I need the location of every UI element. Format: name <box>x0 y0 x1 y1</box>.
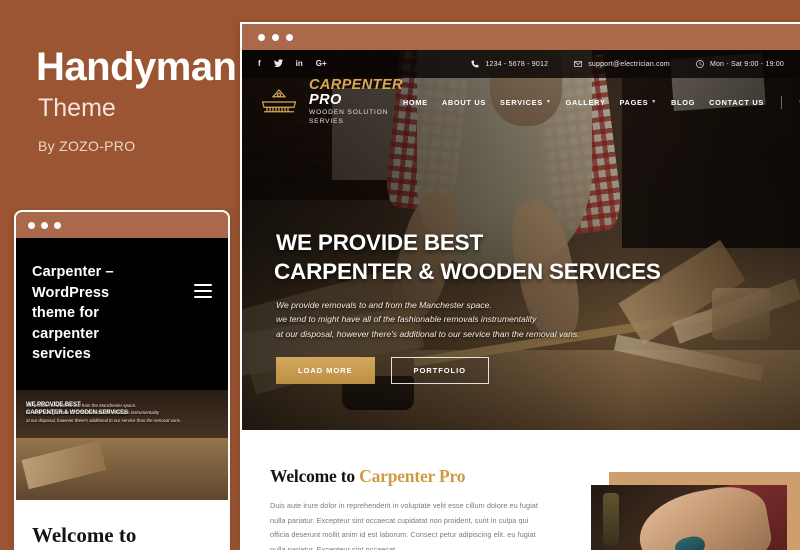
mobile-viewport: Carpenter – WordPress theme for carpente… <box>16 238 228 548</box>
nav-menu: HOME ABOUT US SERVICES ▼ GALLERY PAGES ▼ B… <box>403 95 800 109</box>
window-dot-maximize[interactable] <box>54 221 61 229</box>
googleplus-icon[interactable]: G+ <box>316 60 327 68</box>
hero-content: WE PROVIDE BEST CARPENTER & WOODEN SERVI… <box>274 228 661 384</box>
window-dot-close[interactable] <box>28 221 35 229</box>
hero-heading-line1: WE PROVIDE BEST <box>276 230 484 255</box>
window-dot-minimize[interactable] <box>41 221 48 229</box>
load-more-button[interactable]: LOAD MORE <box>276 356 375 384</box>
linkedin-icon[interactable]: in <box>296 60 303 68</box>
nav-divider <box>781 95 783 109</box>
nav-item-about-us[interactable]: ABOUT US <box>442 98 486 107</box>
mail-icon <box>574 61 583 67</box>
window-dot-minimize[interactable] <box>272 33 279 41</box>
mobile-welcome-section: Welcome to Carpenter Pro <box>16 500 228 548</box>
nav-item-gallery[interactable]: GALLERY <box>566 98 606 107</box>
welcome-image-column <box>576 466 800 550</box>
logo-tagline: WOODEN SOLUTION SERVIES <box>309 109 389 125</box>
facebook-icon[interactable]: f <box>258 60 261 68</box>
desktop-viewport: f in G+ 1234 - 5678 - 9012 support@elect… <box>242 50 800 550</box>
hero-paragraph: We provide removals to and from the Manc… <box>276 298 661 342</box>
mobile-hero-text: We provide removals to and from the Manc… <box>26 403 182 423</box>
welcome-heading-accent: Carpenter Pro <box>359 466 466 486</box>
welcome-section: Welcome to Carpenter Pro Duis aute irure… <box>242 430 800 550</box>
hero-wood-stick-3 <box>672 278 800 344</box>
mobile-preview-window: Carpenter – WordPress theme for carpente… <box>14 210 230 550</box>
hero-vise <box>712 288 770 340</box>
mobile-browser-chrome <box>16 212 228 238</box>
mobile-welcome-line1: Welcome to <box>32 523 137 547</box>
carpenter-plane-icon <box>261 89 297 113</box>
phone-icon <box>471 60 479 68</box>
nav-item-services[interactable]: SERVICES ▼ <box>500 98 552 107</box>
welcome-heading: Welcome to Carpenter Pro <box>270 466 548 487</box>
mobile-site-title: Carpenter – WordPress theme for carpente… <box>32 264 114 363</box>
mobile-hero: WE PROVIDE BEST CARPENTER & WOODEN SERVI… <box>16 390 228 500</box>
window-dot-close[interactable] <box>258 33 265 41</box>
hero-heading-line2: CARPENTER & WOODEN SERVICES <box>274 259 661 285</box>
top-contact-bar: f in G+ 1234 - 5678 - 9012 support@elect… <box>242 50 800 78</box>
logo-name-main: CARPENTER <box>309 76 403 93</box>
portfolio-button[interactable]: PORTFOLIO <box>390 356 489 384</box>
desktop-browser-chrome <box>242 24 800 50</box>
logo-text: CARPENTER PRO WOODEN SOLUTION SERVIES <box>309 76 403 127</box>
window-dot-maximize[interactable] <box>286 33 293 41</box>
twitter-icon[interactable] <box>273 59 283 69</box>
site-logo[interactable]: CARPENTER PRO WOODEN SOLUTION SERVIES <box>258 76 403 127</box>
logo-name-pro: PRO <box>309 91 342 108</box>
social-links: f in G+ <box>258 59 327 69</box>
welcome-image-bottle <box>603 493 619 545</box>
phone-info[interactable]: 1234 - 5678 - 9012 <box>471 60 548 68</box>
email-address: support@electrician.com <box>588 60 670 68</box>
contact-info-group: 1234 - 5678 - 9012 support@electrician.c… <box>471 60 784 68</box>
nav-item-blog[interactable]: BLOG <box>671 98 695 107</box>
welcome-image <box>591 485 787 550</box>
welcome-text-column: Welcome to Carpenter Pro Duis aute irure… <box>270 466 548 550</box>
chevron-down-icon: ▼ <box>651 99 657 105</box>
phone-number: 1234 - 5678 - 9012 <box>485 60 549 68</box>
nav-item-home[interactable]: HOME <box>403 98 428 107</box>
hours-info: Mon - Sat 9:00 - 19:00 <box>696 60 784 68</box>
theme-title: Handyman <box>36 45 237 89</box>
hero-text-line2: we tend to might have all of the fashion… <box>276 314 537 325</box>
welcome-paragraph: Duis aute irure dolor in reprehenderit i… <box>270 501 538 550</box>
chevron-down-icon: ▼ <box>545 99 552 105</box>
hamburger-icon[interactable] <box>194 284 212 302</box>
mobile-header: Carpenter – WordPress theme for carpente… <box>16 238 228 365</box>
main-navbar: CARPENTER PRO WOODEN SOLUTION SERVIES HO… <box>242 76 800 127</box>
theme-author: By ZOZO-PRO <box>38 138 136 154</box>
hero-heading: WE PROVIDE BEST CARPENTER & WOODEN SERVI… <box>274 228 661 287</box>
hero-text-line3: at our disposal, however there's additio… <box>276 329 580 340</box>
nav-item-contact-us[interactable]: CONTACT US <box>709 98 764 107</box>
email-info[interactable]: support@electrician.com <box>574 60 670 68</box>
nav-item-pages[interactable]: PAGES ▼ <box>619 98 656 107</box>
business-hours: Mon - Sat 9:00 - 19:00 <box>709 60 784 68</box>
clock-icon <box>696 60 704 68</box>
hero-buttons: LOAD MORE PORTFOLIO <box>276 356 661 384</box>
desktop-preview-window: f in G+ 1234 - 5678 - 9012 support@elect… <box>240 22 800 550</box>
hero-text-line1: We provide removals to and from the Manc… <box>276 299 492 310</box>
welcome-heading-plain: Welcome to <box>270 466 360 486</box>
theme-subtitle: Theme <box>38 94 116 122</box>
